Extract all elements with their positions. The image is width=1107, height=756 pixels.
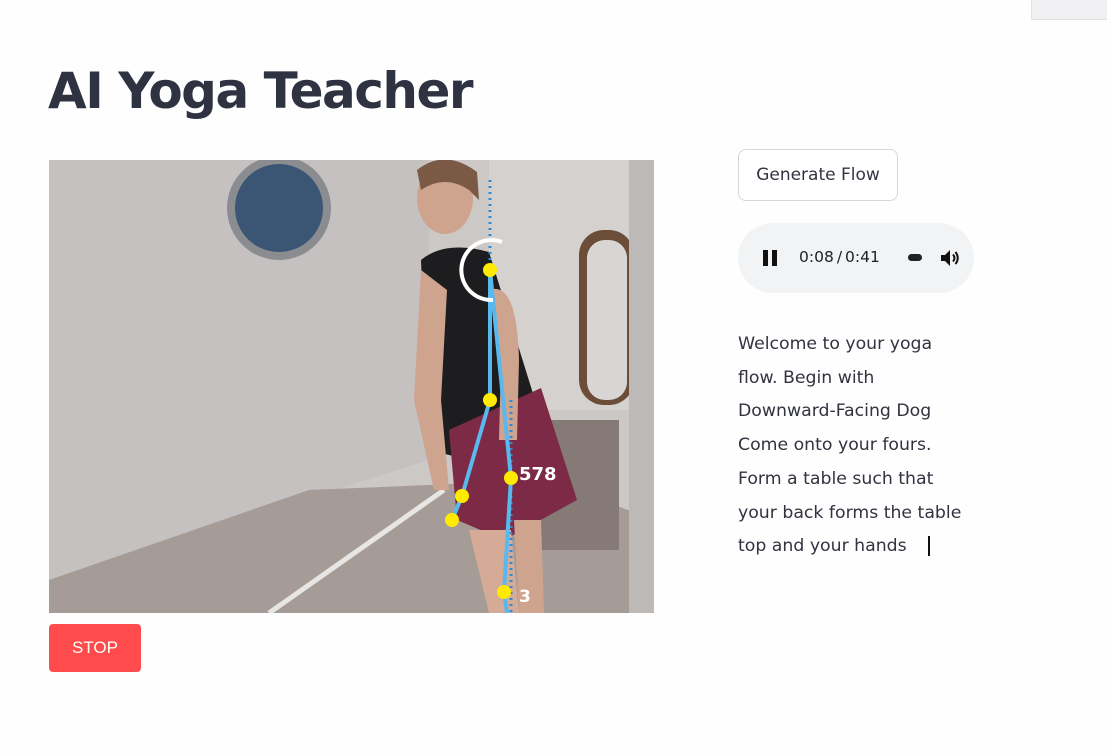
current-time: 0:08 [799,248,834,266]
volume-icon[interactable] [938,246,962,270]
door-frame [629,160,654,613]
flow-line: Form a table such that [738,468,934,489]
mirror-glass [587,240,627,400]
hip-joint [504,471,518,485]
hip-angle-label: 578 [519,464,557,485]
webcam-video-feed: 578 3 [49,160,654,613]
wall-art-tree [235,164,323,252]
typing-cursor [927,536,930,557]
flow-line: Come onto your fours. [738,435,932,456]
elbow-joint [483,393,497,407]
page-title: AI Yoga Teacher [48,62,474,120]
pause-icon[interactable] [763,250,777,266]
flow-line: top and your hands [738,536,907,557]
wrist-joint [455,489,469,503]
flow-line: flow. Begin with [738,367,875,388]
video-frame: 578 3 [49,160,654,613]
flow-line: Downward-Facing Dog [738,401,932,422]
shoulder-joint [483,263,497,277]
knee-angle-label: 3 [519,587,531,607]
audio-player: 0:08/0:41 [738,223,974,293]
generate-flow-button[interactable]: Generate Flow [738,149,898,201]
stop-button[interactable]: STOP [49,624,141,672]
flow-line: Welcome to your yoga [738,334,933,354]
knee-joint [497,585,511,599]
progress-slider[interactable] [908,254,922,261]
total-duration: 0:41 [845,248,880,266]
flow-line: your back forms the table [738,502,962,523]
hand-joint [445,513,459,527]
playback-time: 0:08/0:41 [799,248,880,266]
flow-instructions: Welcome to your yoga flow. Begin with Do… [738,328,978,564]
top-right-corner-box [1031,0,1107,20]
time-separator: / [836,248,843,266]
